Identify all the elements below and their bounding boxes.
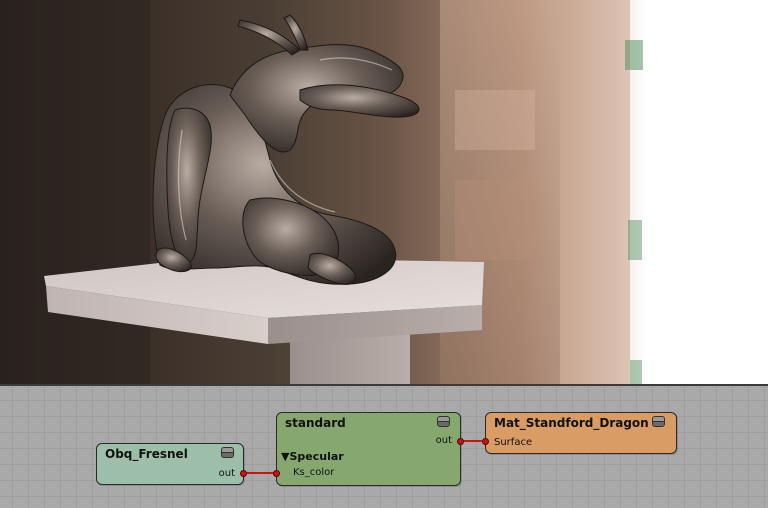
section-specular[interactable]: ▼Specular <box>281 450 344 463</box>
port-dot-icon[interactable] <box>457 438 464 445</box>
node-mat-standford-dragon[interactable]: Mat_Standford_Dragon Surface <box>485 412 677 454</box>
node-editor-canvas[interactable]: Obq_Fresnel out standard out ▼Specular K… <box>0 386 768 508</box>
render-tree-window: Obq_Fresnel out standard out ▼Specular K… <box>0 0 768 508</box>
node-title: Mat_Standford_Dragon <box>494 416 649 430</box>
collapse-icon[interactable] <box>437 416 450 427</box>
port-dot-icon[interactable] <box>240 470 247 477</box>
collapse-icon[interactable] <box>652 416 665 427</box>
node-title: Obq_Fresnel <box>105 447 188 461</box>
port-dot-icon[interactable] <box>273 470 280 477</box>
node-obq-fresnel[interactable]: Obq_Fresnel out <box>96 443 244 485</box>
node-standard[interactable]: standard out ▼Specular Ks_color <box>276 412 461 486</box>
collapse-icon[interactable] <box>221 447 234 458</box>
input-port-label: Surface <box>494 437 533 448</box>
output-port-label: out <box>435 435 452 446</box>
node-title: standard <box>285 416 346 430</box>
input-port-label: Ks_color <box>293 467 335 478</box>
render-image <box>0 0 643 384</box>
output-port-label: out <box>218 468 235 479</box>
render-viewport <box>0 0 768 384</box>
port-dot-icon[interactable] <box>482 438 489 445</box>
